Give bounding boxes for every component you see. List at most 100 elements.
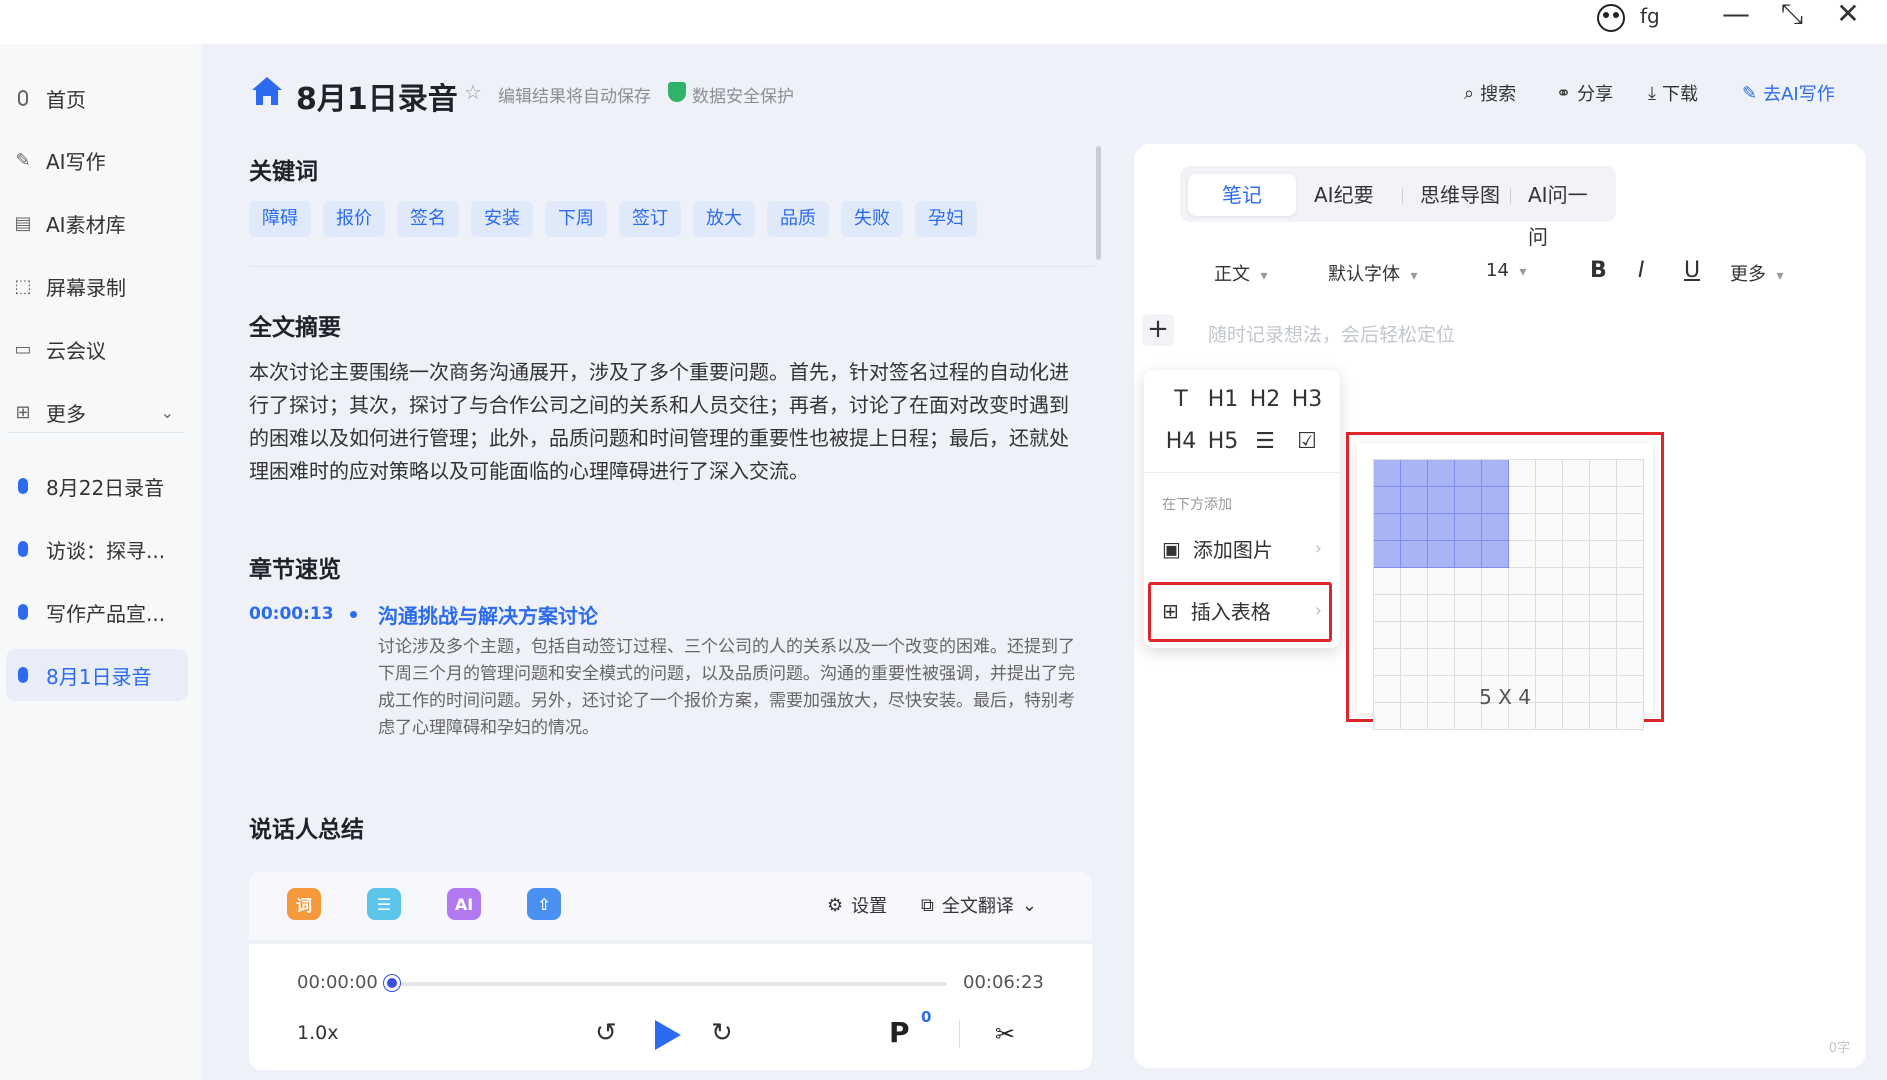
table-grid-cell[interactable] [1590,595,1617,622]
table-grid-cell[interactable] [1563,649,1590,676]
sidebar-recording-item[interactable]: 访谈：探寻... [6,523,188,575]
table-grid-cell[interactable] [1455,568,1482,595]
forward-5-icon[interactable]: ↻ [711,1018,733,1048]
table-grid-cell[interactable] [1536,595,1563,622]
sidebar-item-ai-library[interactable]: ▤ AI素材库 [6,197,188,249]
heading5-icon[interactable]: H5 [1202,426,1244,458]
table-grid-cell[interactable] [1509,622,1536,649]
table-grid-cell[interactable] [1617,541,1644,568]
table-grid-cell[interactable] [1617,487,1644,514]
table-grid-cell[interactable] [1482,595,1509,622]
progress-track[interactable] [391,982,947,986]
table-grid-cell[interactable] [1563,595,1590,622]
heading2-icon[interactable]: H2 [1244,384,1286,416]
table-grid-cell[interactable] [1428,568,1455,595]
table-grid-cell[interactable] [1536,514,1563,541]
sidebar-recording-item-active[interactable]: 8月1日录音 [6,649,188,701]
table-grid-cell[interactable] [1428,622,1455,649]
minimize-button[interactable]: — [1716,0,1756,32]
italic-button[interactable]: I [1638,258,1645,283]
keyword-tag[interactable]: 下周 [545,201,607,237]
table-grid-cell[interactable] [1509,541,1536,568]
sidebar-item-cloud-meeting[interactable]: ▭ 云会议 [6,323,188,375]
table-grid-cell[interactable] [1482,460,1509,487]
user-name[interactable]: fg [1640,4,1660,28]
tab-ai-minutes[interactable]: AI纪要 [1296,174,1392,216]
table-grid-cell[interactable] [1455,595,1482,622]
table-grid-cell[interactable] [1428,595,1455,622]
table-grid-cell[interactable] [1374,568,1401,595]
keyword-tag[interactable]: 品质 [767,201,829,237]
table-grid-cell[interactable] [1509,568,1536,595]
table-grid-cell[interactable] [1374,541,1401,568]
sidebar-item-ai-write[interactable]: ✎ AI写作 [6,134,188,186]
note-placeholder[interactable]: 随时记录想法，会后轻松定位 [1208,320,1455,347]
download-button[interactable]: ⤓ 下载 [1648,80,1698,106]
progress-handle[interactable] [384,975,400,991]
settings-button[interactable]: ⚙ 设置 [827,892,887,918]
table-grid-cell[interactable] [1617,595,1644,622]
table-grid-cell[interactable] [1617,622,1644,649]
heading1-icon[interactable]: H1 [1202,384,1244,416]
table-grid-cell[interactable] [1428,541,1455,568]
table-grid-cell[interactable] [1428,487,1455,514]
table-grid-cell[interactable] [1374,649,1401,676]
font-size-select[interactable]: 14 [1486,260,1526,281]
scissors-icon[interactable]: ✂ [995,1020,1015,1048]
table-grid-cell[interactable] [1374,622,1401,649]
table-grid-cell[interactable] [1509,595,1536,622]
play-icon[interactable] [655,1020,681,1050]
table-grid-cell[interactable] [1590,568,1617,595]
keyword-tag[interactable]: 孕妇 [915,201,977,237]
star-icon[interactable]: ☆ [464,80,482,104]
home-icon[interactable] [250,74,284,108]
table-grid-cell[interactable] [1590,514,1617,541]
sidebar-item-home[interactable]: 首页 [6,72,188,124]
share-button[interactable]: ⚭ 分享 [1556,80,1613,106]
table-grid-cell[interactable] [1617,460,1644,487]
table-grid-cell[interactable] [1509,460,1536,487]
speed-button[interactable]: 1.0x [297,1022,338,1044]
table-grid-cell[interactable] [1455,541,1482,568]
tab-mindmap[interactable]: 思维导图 [1402,174,1518,216]
table-grid-cell[interactable] [1401,541,1428,568]
keyword-tag[interactable]: 障碍 [249,201,311,237]
table-grid-cell[interactable] [1374,595,1401,622]
tab-ai-ask[interactable]: AI问一问 [1510,174,1616,249]
sidebar-item-more[interactable]: ⊞ 更多 ⌄ [6,386,188,438]
page-title[interactable]: 8月1日录音 [296,74,458,118]
table-grid-cell[interactable] [1563,622,1590,649]
table-grid-cell[interactable] [1590,649,1617,676]
table-grid-cell[interactable] [1536,460,1563,487]
upload-tool-icon[interactable]: ⇧ [527,888,561,920]
table-grid-cell[interactable] [1455,487,1482,514]
table-grid-cell[interactable] [1617,514,1644,541]
ai-tool-icon[interactable]: AI [447,888,481,920]
table-grid-cell[interactable] [1455,460,1482,487]
sidebar-recording-item[interactable]: 8月22日录音 [6,460,188,512]
table-grid-cell[interactable] [1617,649,1644,676]
table-grid-cell[interactable] [1401,514,1428,541]
table-grid-cell[interactable] [1563,514,1590,541]
table-grid-cell[interactable] [1590,460,1617,487]
sidebar-recording-item[interactable]: 写作产品宣... [6,586,188,638]
table-grid-cell[interactable] [1401,595,1428,622]
tab-notes[interactable]: 笔记 [1188,174,1296,216]
restore-button[interactable]: ⤡ [1772,0,1812,32]
table-grid-cell[interactable] [1536,568,1563,595]
table-grid-cell[interactable] [1590,541,1617,568]
table-grid-cell[interactable] [1536,541,1563,568]
table-grid-cell[interactable] [1455,649,1482,676]
table-grid-cell[interactable] [1617,568,1644,595]
keyword-tag[interactable]: 签订 [619,201,681,237]
insert-block-button[interactable]: + [1142,314,1174,346]
table-grid-cell[interactable] [1536,622,1563,649]
table-grid-cell[interactable] [1401,649,1428,676]
keyword-tag[interactable]: 签名 [397,201,459,237]
table-grid-cell[interactable] [1590,487,1617,514]
table-grid-cell[interactable] [1428,649,1455,676]
chapter-title[interactable]: 沟通挑战与解决方案讨论 [378,600,598,629]
table-grid-cell[interactable] [1428,460,1455,487]
paragraph-style-select[interactable]: 正文 [1214,260,1267,286]
table-grid-cell[interactable] [1563,541,1590,568]
